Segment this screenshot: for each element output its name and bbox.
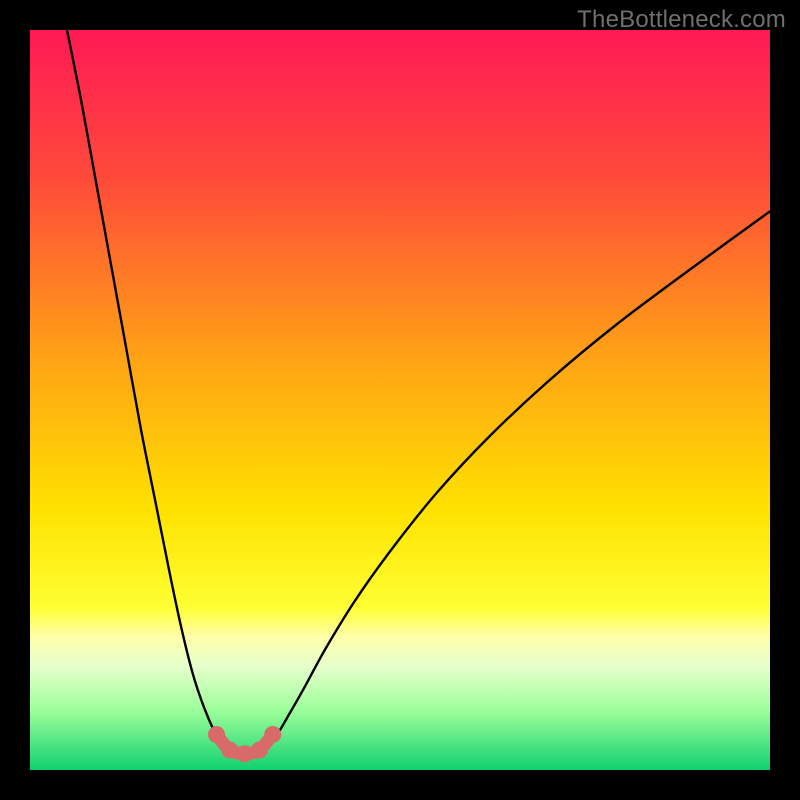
chart-frame bbox=[30, 30, 770, 770]
bottleneck-chart bbox=[30, 30, 770, 770]
gradient-bg bbox=[30, 30, 770, 770]
